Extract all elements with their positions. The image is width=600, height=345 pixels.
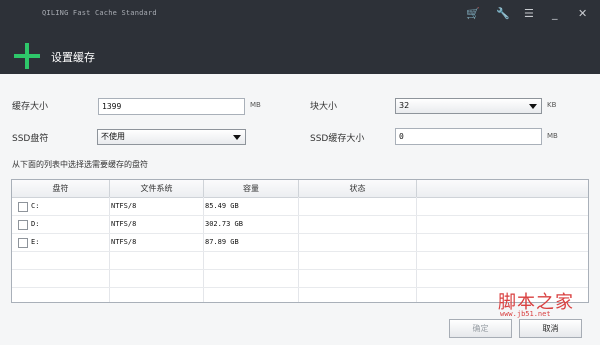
block-size-unit: KB — [547, 101, 557, 109]
column-header-status[interactable]: 状态 — [299, 180, 417, 197]
drive-checkbox[interactable] — [18, 238, 28, 248]
app-window: QILING Fast Cache Standard 🛒 🔧 ☰ _ ✕ 设置缓… — [0, 0, 600, 345]
drive-capacity: 302.73 GB — [205, 220, 243, 228]
drive-table: 盘符 文件系统 容量 状态 C: NTFS/8 85.49 GB D: NTFS… — [11, 179, 589, 303]
drive-capacity: 87.89 GB — [205, 238, 239, 246]
ssd-select[interactable]: 不使用 — [97, 129, 246, 145]
cart-icon[interactable]: 🛒 — [466, 8, 480, 20]
watermark-url: www.jb51.net — [500, 310, 551, 318]
drive-filesystem: NTFS/8 — [111, 202, 137, 210]
table-header: 盘符 文件系统 容量 状态 — [12, 180, 588, 198]
chevron-down-icon — [529, 104, 537, 109]
chevron-down-icon — [233, 135, 241, 140]
plus-icon[interactable] — [14, 43, 40, 69]
drive-filesystem: NTFS/8 — [111, 238, 137, 246]
ssd-value: 不使用 — [101, 132, 125, 141]
ok-button[interactable]: 确定 — [449, 319, 512, 338]
drive-checkbox[interactable] — [18, 220, 28, 230]
ssd-label: SSD盘符 — [12, 134, 49, 144]
minimize-icon[interactable]: _ — [552, 8, 558, 20]
menu-icon[interactable]: ☰ — [524, 8, 534, 20]
ssd-cache-label: SSD缓存大小 — [310, 134, 365, 144]
cache-size-unit: MB — [250, 101, 261, 109]
ssd-cache-unit: MB — [547, 132, 558, 140]
drive-checkbox[interactable] — [18, 202, 28, 212]
drive-letter: D: — [31, 220, 40, 228]
column-header-drive[interactable]: 盘符 — [12, 180, 110, 197]
wrench-icon[interactable]: 🔧 — [496, 8, 510, 20]
drive-capacity: 85.49 GB — [205, 202, 239, 210]
block-size-value: 32 — [399, 101, 410, 110]
drive-letter: E: — [31, 238, 40, 246]
column-header-filesystem[interactable]: 文件系统 — [110, 180, 204, 197]
close-icon[interactable]: ✕ — [578, 8, 587, 20]
cache-size-label: 缓存大小 — [12, 102, 49, 112]
cache-size-input[interactable]: 1399 — [98, 98, 245, 115]
column-header-capacity[interactable]: 容量 — [204, 180, 299, 197]
app-title: QILING Fast Cache Standard — [42, 9, 157, 17]
drive-letter: C: — [31, 202, 40, 210]
ssd-cache-input[interactable]: 0 — [395, 128, 542, 145]
drive-filesystem: NTFS/8 — [111, 220, 137, 228]
list-hint: 从下面的列表中选择选需要缓存的盘符 — [12, 160, 148, 169]
block-size-label: 块大小 — [310, 102, 338, 112]
title-bar: QILING Fast Cache Standard 🛒 🔧 ☰ _ ✕ 设置缓… — [0, 0, 600, 74]
page-title: 设置缓存 — [51, 51, 95, 64]
block-size-select[interactable]: 32 — [395, 98, 542, 114]
cancel-button[interactable]: 取消 — [519, 319, 582, 338]
